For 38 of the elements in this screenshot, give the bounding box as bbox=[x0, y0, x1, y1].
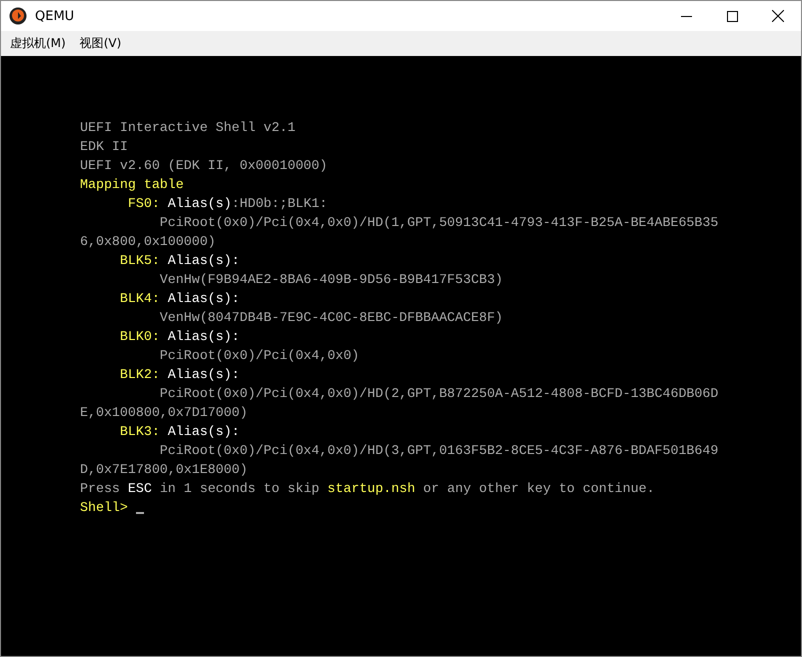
console-text: BLK2: bbox=[118, 366, 160, 384]
console-text: or any other key to continue. bbox=[422, 480, 655, 498]
console-text: VenHw(F9B94AE2-8BA6-409B-9D56-B9B417F53CB3) bbox=[158, 271, 503, 289]
console-text: :HD0b:;BLK1: bbox=[232, 195, 328, 213]
window-title: QEMU bbox=[35, 8, 74, 24]
console-text: in 1 seconds to skip bbox=[158, 480, 320, 498]
console-text: Mapping table bbox=[80, 176, 184, 194]
console-text: PciRoot(0x0)/Pci(0x4,0x0)/HD(2,GPT,B872250A-A512-4808-BCFD-13BC46DB06D bbox=[158, 385, 718, 403]
console-text: BLK0: bbox=[118, 328, 160, 346]
menu-item[interactable]: 视图(V) bbox=[72, 33, 128, 54]
console-text: startup.nsh bbox=[327, 480, 416, 498]
console-text: PciRoot(0x0)/Pci(0x4,0x0)/HD(3,GPT,0163F5B2-8CE5-4C3F-A876-BDAF501B649 bbox=[158, 442, 718, 460]
console-text: EDK II bbox=[80, 138, 128, 156]
console-text: BLK4: bbox=[118, 290, 160, 308]
console-text: Alias(s): bbox=[166, 328, 240, 346]
maximize-icon bbox=[726, 10, 738, 22]
console-text: D,0x7E17800,0x1E8000) bbox=[80, 461, 248, 479]
close-icon bbox=[772, 10, 784, 22]
console-text: PciRoot(0x0)/Pci(0x4,0x0) bbox=[158, 347, 360, 365]
console-text: BLK5: bbox=[118, 252, 160, 270]
console-text: UEFI v2.60 (EDK II, 0x00010000) bbox=[80, 157, 328, 175]
menu-item[interactable]: 虚拟机(M) bbox=[3, 33, 73, 54]
console-text: E,0x100800,0x7D17000) bbox=[80, 404, 248, 422]
console-text: 6,0x800,0x100000) bbox=[80, 233, 216, 251]
console-text: Alias(s): bbox=[166, 252, 240, 270]
console-text: Alias(s): bbox=[166, 423, 240, 441]
console-text: Alias(s): bbox=[166, 290, 240, 308]
app-logo-icon bbox=[9, 7, 27, 25]
console-text: Press bbox=[80, 480, 121, 498]
console-text: FS0: bbox=[126, 195, 160, 213]
console-text: ESC bbox=[128, 480, 152, 498]
console-text: PciRoot(0x0)/Pci(0x4,0x0)/HD(1,GPT,50913C41-4793-413F-B25A-BE4ABE65B35 bbox=[158, 214, 718, 232]
console-text: VenHw(8047DB4B-7E9C-4C0C-8EBC-DFBBAACACE8F) bbox=[158, 309, 503, 327]
console-text: UEFI Interactive Shell v2.1 bbox=[80, 119, 296, 137]
console-text: Alias(s): bbox=[166, 366, 240, 384]
console-text: BLK3: bbox=[118, 423, 160, 441]
console-text: Shell> bbox=[80, 499, 129, 517]
console-text: Alias(s) bbox=[166, 195, 232, 213]
